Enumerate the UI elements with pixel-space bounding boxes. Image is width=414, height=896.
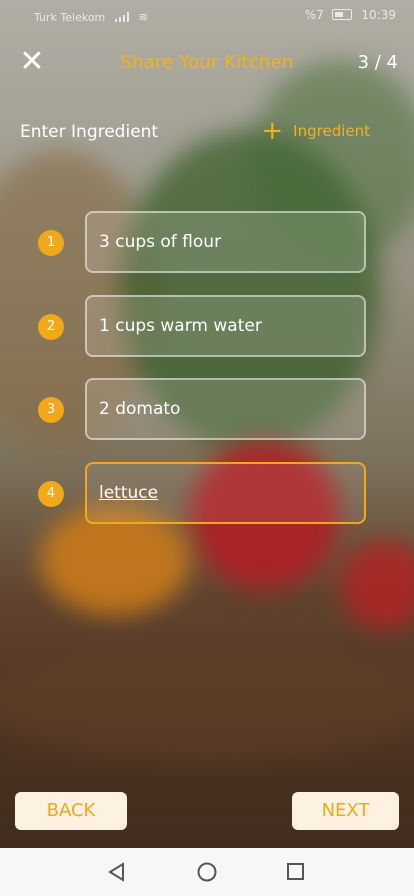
header: ✕ Share Your Kitchen 3 / 4 bbox=[0, 44, 414, 84]
add-ingredient-label: Ingredient bbox=[293, 122, 370, 140]
ingredient-number-badge: 1 bbox=[38, 230, 64, 256]
step-indicator: 3 / 4 bbox=[357, 52, 398, 73]
page-title: Share Your Kitchen bbox=[120, 52, 294, 73]
wifi-icon: ≋ bbox=[138, 10, 149, 24]
plus-icon: + bbox=[261, 116, 284, 146]
clock: 10:39 bbox=[361, 8, 396, 22]
home-circle-icon[interactable] bbox=[196, 861, 218, 883]
ingredient-text: 2 domato bbox=[99, 399, 181, 419]
ingredient-row: 4 lettuce bbox=[38, 462, 368, 526]
ingredient-input[interactable]: 1 cups warm water bbox=[85, 295, 366, 357]
ingredient-number-badge: 3 bbox=[38, 397, 64, 423]
back-triangle-icon[interactable] bbox=[107, 862, 127, 882]
ingredient-text: 3 cups of flour bbox=[99, 232, 222, 252]
ingredient-number-badge: 2 bbox=[38, 314, 64, 340]
battery-percent: %7 bbox=[304, 8, 324, 22]
ingredient-input-active[interactable]: lettuce bbox=[85, 462, 366, 524]
back-button[interactable]: BACK bbox=[15, 792, 127, 830]
ingredient-input[interactable]: 3 cups of flour bbox=[85, 211, 366, 273]
section-label: Enter Ingredient bbox=[20, 122, 159, 142]
ingredient-text: 1 cups warm water bbox=[99, 316, 262, 336]
add-ingredient-button[interactable]: + Ingredient bbox=[261, 116, 370, 146]
recents-square-icon[interactable] bbox=[286, 862, 306, 882]
ingredient-row: 2 1 cups warm water bbox=[38, 295, 368, 359]
ingredient-row: 3 2 domato bbox=[38, 378, 368, 442]
status-bar: Turk Telekom ≋ %7 10:39 bbox=[0, 0, 414, 32]
next-button[interactable]: NEXT bbox=[292, 792, 399, 830]
battery-icon bbox=[331, 9, 352, 20]
carrier-label: Turk Telekom bbox=[34, 11, 106, 24]
ingredient-input[interactable]: 2 domato bbox=[85, 378, 366, 440]
ingredient-row: 1 3 cups of flour bbox=[38, 211, 368, 275]
ingredient-number-badge: 4 bbox=[38, 481, 64, 507]
system-nav-bar bbox=[0, 848, 414, 896]
signal-icon bbox=[114, 12, 131, 22]
ingredient-text: lettuce bbox=[99, 483, 159, 503]
